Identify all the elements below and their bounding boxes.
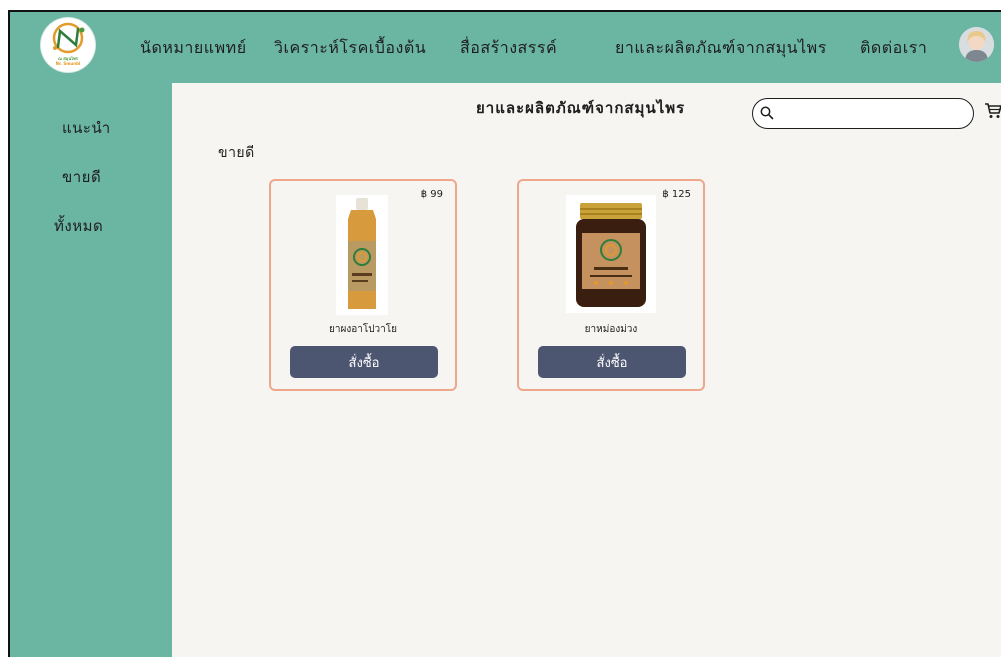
product-image[interactable] [566, 195, 656, 313]
sidebar-item-bestsellers[interactable]: ขายดี [62, 165, 101, 189]
nav-herbal-products[interactable]: ยาและผลิตภัณฑ์จากสมุนไพร [615, 36, 827, 60]
section-label-bestsellers: ขายดี [218, 145, 255, 161]
order-button[interactable]: สั่งซื้อ [290, 346, 438, 378]
sidebar-item-recommended[interactable]: แนะนำ [62, 116, 111, 140]
product-price: ฿ 99 [420, 189, 443, 200]
nav-contact-us[interactable]: ติดต่อเรา [860, 36, 927, 60]
product-price: ฿ 125 [662, 189, 691, 200]
site-logo[interactable]: ณ สมุนไพร Nr. Smunbl [41, 18, 95, 72]
product-image[interactable] [336, 195, 388, 315]
top-navigation-bar: ณ สมุนไพร Nr. Smunbl นัดหมายแพทย์ วิเครา… [10, 12, 1001, 84]
product-name: ยาผงอาโปวาโย [328, 324, 398, 335]
cart-icon[interactable] [984, 102, 1001, 119]
app-window: ณ สมุนไพร Nr. Smunbl นัดหมายแพทย์ วิเครา… [8, 10, 1001, 657]
main-content: ยาและผลิตภัณฑ์จากสมุนไพร ขายดี ฿ 99 ยาผง… [172, 83, 1001, 657]
product-name: ยาหม่องม่วง [584, 324, 638, 335]
nav-preliminary-diagnosis[interactable]: วิเคราะห์โรคเบื้องต้น [274, 36, 426, 60]
order-button[interactable]: สั่งซื้อ [538, 346, 686, 378]
search-input[interactable] [779, 103, 968, 125]
product-card: ฿ 99 ยาผงอาโปวาโย สั่งซื้อ [269, 179, 457, 391]
logo-emblem-icon [52, 22, 85, 54]
nav-creative-media[interactable]: สื่อสร้างสรรค์ [460, 36, 557, 60]
avatar[interactable] [959, 27, 994, 62]
page-title: ยาและผลิตภัณฑ์จากสมุนไพร [476, 99, 686, 117]
sidebar-item-all[interactable]: ทั้งหมด [54, 214, 103, 238]
logo-text: ณ สมุนไพร Nr. Smunbl [55, 56, 81, 66]
product-card: ฿ 125 ยาหม่องม่วง สั่งซื้อ [517, 179, 705, 391]
nav-appointment[interactable]: นัดหมายแพทย์ [140, 36, 247, 60]
search-box[interactable] [752, 98, 974, 129]
user-avatar-icon [959, 27, 994, 62]
search-icon [760, 106, 774, 120]
